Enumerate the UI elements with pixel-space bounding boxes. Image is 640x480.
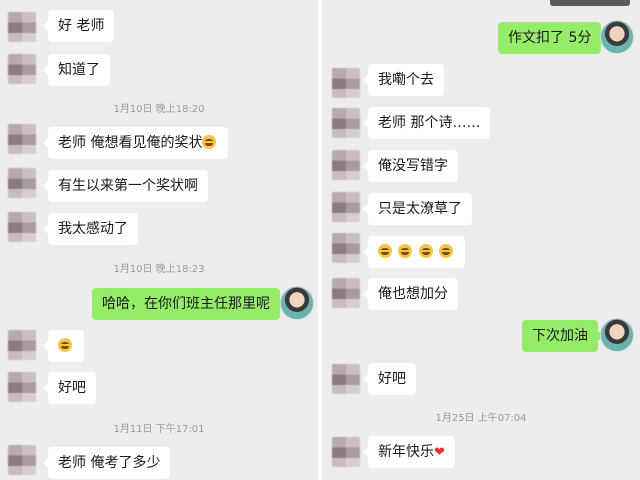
message-text: 好 老师 [58,18,105,34]
student-avatar[interactable] [332,68,360,98]
message-bubble[interactable] [43,330,84,362]
crying-emoji-icon [439,244,454,258]
student-avatar[interactable] [8,12,36,42]
student-avatar[interactable] [332,108,360,138]
message-text: 知道了 [58,62,100,78]
message-bubble[interactable]: 俺没写错字 [363,150,458,182]
chat-panel-left[interactable]: 好 老师 知道了 1月10日 晚上18:20 老师 俺想看见俺的奖状 有生以来第… [0,0,318,480]
message-bubble-outgoing[interactable]: 下次加油 [522,320,603,352]
message-text: 只是太潦草了 [378,201,462,217]
teacher-avatar[interactable] [600,318,634,352]
student-avatar[interactable] [332,364,360,394]
student-avatar[interactable] [332,233,360,263]
timestamp: 1月25日 上午07:04 [435,413,527,424]
grin-sweat-emoji-icon [202,135,217,149]
message-bubble[interactable]: 俺也想加分 [363,278,458,310]
message-bubble[interactable]: 我太感动了 [43,213,138,245]
message-bubble-outgoing[interactable]: 哈哈，在你们班主任那里呢 [92,288,285,320]
student-avatar[interactable] [332,278,360,308]
student-avatar[interactable] [332,437,360,467]
message-bubble[interactable]: 好吧 [43,372,96,404]
message-text: 下次加油 [532,328,588,344]
message-text: 哈哈，在你们班主任那里呢 [102,296,270,312]
grin-sweat-emoji-icon [58,338,72,352]
crying-emoji-icon [418,244,433,258]
message-text: 有生以来第一个奖状啊 [58,178,198,194]
message-bubble[interactable]: 只是太潦草了 [363,193,472,225]
student-avatar[interactable] [8,54,36,84]
message-text: 俺没写错字 [378,158,448,174]
message-text: 我太感动了 [58,221,128,237]
teacher-avatar[interactable] [600,20,634,54]
message-bubble[interactable]: 有生以来第一个奖状啊 [43,170,208,202]
message-text: 好吧 [58,380,86,396]
message-text: 好吧 [378,371,406,387]
timestamp: 1月11日 下午17:01 [113,424,205,435]
message-text: 新年快乐 [378,444,434,460]
student-avatar[interactable] [332,150,360,180]
student-avatar[interactable] [8,372,36,402]
message-text: 作文扣了 5分 [508,30,592,46]
message-bubble[interactable]: 我嘞个去 [363,64,444,96]
message-bubble[interactable]: 老师 俺考了多少 [42,447,171,479]
message-bubble[interactable]: 知道了 [43,54,110,86]
message-bubble[interactable]: 新年快乐❤ [363,436,455,468]
chat-panel-right[interactable]: 作文扣了 5分 我嘞个去 老师 那个诗…… 俺没写错字 只是太潦草了 俺也想加分… [322,0,640,480]
message-text: 我嘞个去 [378,72,434,88]
message-text: 老师 俺考了多少 [58,455,161,471]
message-bubble[interactable] [362,236,466,268]
red-heart-emoji-icon: ❤ [434,445,445,460]
student-avatar[interactable] [8,168,36,198]
message-text: 俺也想加分 [378,286,448,302]
student-avatar[interactable] [8,330,36,360]
timestamp: 1月10日 晚上18:20 [113,104,205,115]
message-bubble-outgoing[interactable]: 作文扣了 5分 [498,22,607,54]
timestamp: 1月10日 晚上18:23 [113,264,205,275]
message-text: 老师 俺想看见俺的奖状 [58,135,203,151]
crying-emoji-icon [378,244,392,258]
message-bubble[interactable]: 老师 俺想看见俺的奖状 [42,127,229,159]
message-bubble[interactable]: 好 老师 [42,10,115,42]
message-bubble[interactable]: 老师 那个诗…… [362,107,491,139]
message-text: 老师 那个诗…… [378,115,481,131]
crying-emoji-icon [398,244,413,258]
message-bubble[interactable]: 好吧 [363,363,416,395]
student-avatar[interactable] [8,445,36,475]
student-avatar[interactable] [8,212,36,242]
student-avatar[interactable] [8,124,36,154]
top-bar-fragment [550,0,630,6]
teacher-avatar[interactable] [280,286,314,320]
student-avatar[interactable] [332,192,360,222]
